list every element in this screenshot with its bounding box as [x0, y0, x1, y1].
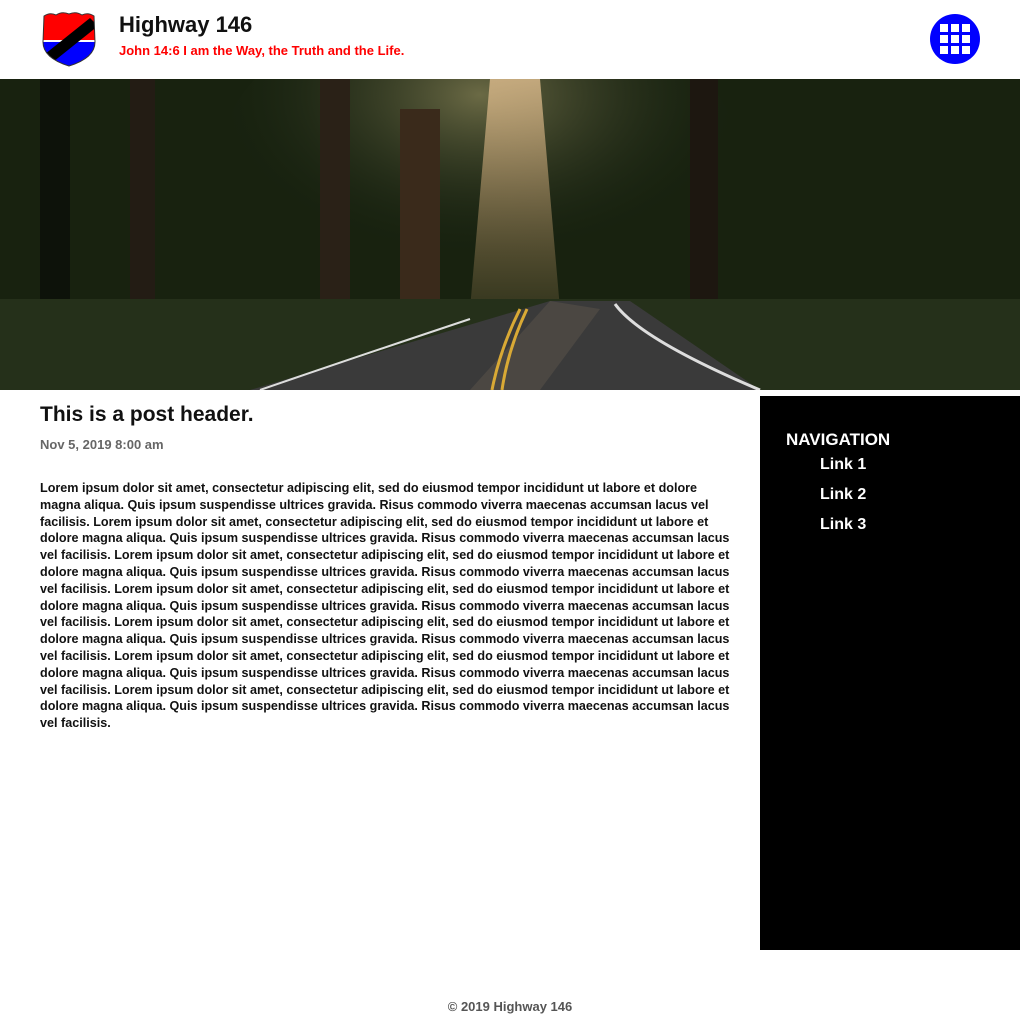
highway-shield-icon[interactable]	[40, 10, 98, 67]
nav-link-1[interactable]: Link 1	[820, 454, 994, 484]
post-date: Nov 5, 2019 8:00 am	[40, 437, 164, 452]
site-title[interactable]: Highway 146	[119, 12, 252, 38]
post-body: Lorem ipsum dolor sit amet, consectetur …	[40, 481, 730, 731]
nav-link-3[interactable]: Link 3	[820, 514, 994, 544]
navigation-heading: NAVIGATION	[786, 430, 891, 449]
post-content: This is a post header. Nov 5, 2019 8:00 …	[40, 403, 740, 732]
grid-menu-button[interactable]	[930, 14, 980, 64]
nav-link-2[interactable]: Link 2	[820, 484, 994, 514]
hero-forest-road-image	[0, 79, 1020, 390]
site-tagline: John 14:6 I am the Way, the Truth and th…	[119, 43, 405, 58]
sidebar-navigation: NAVIGATION Link 1 Link 2 Link 3	[760, 396, 1020, 950]
footer-copyright: © 2019 Highway 146	[447, 999, 573, 1014]
site-header: Highway 146 John 14:6 I am the Way, the …	[0, 0, 1020, 79]
post-title: This is a post header.	[40, 403, 254, 426]
